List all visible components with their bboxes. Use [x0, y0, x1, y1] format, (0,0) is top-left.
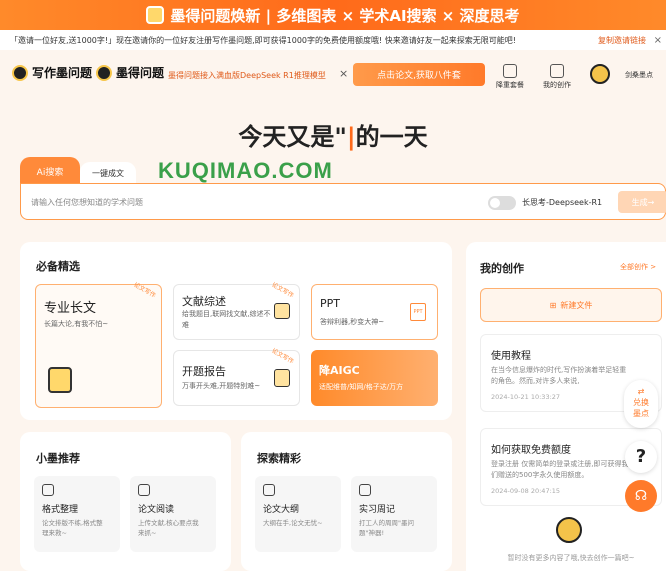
card-long-article[interactable]: 论文写作 专业长文 长篇大论,有我不怕~ — [35, 281, 162, 408]
note-icon — [359, 484, 371, 496]
report-icon — [274, 369, 290, 387]
exchange-icon: ⇄ — [637, 387, 645, 396]
plus-icon: ⊞ — [549, 300, 557, 310]
card-reduce-aigc[interactable]: 降AIGC 适配维普/知网/格子达/万方 — [311, 350, 438, 406]
recommend-panel: 小墨推荐 格式整理 论文排版不练,格式整理来救~ 论文阅读 上传文献,核心要点我… — [20, 432, 231, 571]
section-title: 必备精选 — [36, 260, 80, 273]
user-name[interactable]: 剑桑墨点 — [625, 70, 653, 80]
headset-icon[interactable]: ☊ — [625, 480, 657, 512]
copy-invite-link[interactable]: 复制邀请链接 — [598, 35, 646, 46]
announcement-link[interactable]: 墨得问题接入满血版DeepSeek R1推理模型 — [168, 70, 326, 81]
tab-ai-search[interactable]: Ai搜索 — [20, 157, 80, 185]
card-proposal[interactable]: 论文写作 开题报告 万事开头难,开题特别难~ — [173, 347, 300, 406]
cart-icon — [503, 64, 517, 78]
new-file-button[interactable]: ⊞ 新建文件 — [480, 288, 662, 322]
exchange-points-button[interactable]: ⇄ 兑换墨点 — [624, 380, 658, 428]
close-icon[interactable]: × — [654, 35, 662, 46]
card-outline[interactable]: 论文大纲 大纲在手,论文无忧~ — [255, 476, 341, 552]
hero-title: 今天又是"|的一天 — [238, 123, 428, 151]
generate-button[interactable]: 生成→ — [618, 191, 666, 213]
invite-bar: 「邀请一位好友,送1000字!」现在邀请你的一位好友注册写作墨问题,即可获得10… — [0, 30, 666, 50]
mascot-icon — [556, 517, 582, 543]
search-box[interactable]: 请输入任何您想知道的学术问题 长思考-Deepseek-R1 生成→ — [20, 183, 666, 220]
logo[interactable]: 写作墨问题 墨得问题 — [12, 64, 164, 81]
document-icon — [550, 64, 564, 78]
top-banner[interactable]: 墨得问题焕新 | 多维图表 × 学术AI搜索 × 深度思考 — [0, 0, 666, 30]
stack-icon — [274, 303, 290, 319]
all-works-link[interactable]: 全部创作 > — [620, 262, 656, 272]
format-icon — [42, 484, 54, 496]
nav-reduce-plan[interactable]: 降重套餐 — [490, 64, 530, 90]
card-weekly[interactable]: 实习周记 打工人的周周"墨问题"神器! — [351, 476, 437, 552]
empty-hint: 暂时没有更多内容了哦,快去创作一篇吧~ — [507, 554, 635, 562]
card-format[interactable]: 格式整理 论文排版不练,格式整理来救~ — [34, 476, 120, 552]
logo-icon — [12, 64, 28, 81]
card-literature-review[interactable]: 论文写作 文献综述 给我题目,联网找文献,综述不难 — [173, 281, 300, 340]
deep-think-toggle[interactable] — [488, 196, 516, 210]
invite-text: 「邀请一位好友,送1000字!」现在邀请你的一位好友注册写作墨问题,即可获得10… — [10, 35, 516, 45]
section-title: 小墨推荐 — [36, 452, 80, 465]
pencil-icon — [48, 367, 72, 393]
header: 写作墨问题 墨得问题 墨得问题接入满血版DeepSeek R1推理模型 × 点击… — [0, 50, 666, 100]
avatar[interactable] — [590, 64, 610, 84]
essentials-panel: 必备精选 论文写作 专业长文 长篇大论,有我不怕~ 论文写作 文献综述 给我题目… — [20, 242, 452, 420]
card-reading[interactable]: 论文阅读 上传文献,核心要点我来抓~ — [130, 476, 216, 552]
watermark: KUQIMAO.COM — [158, 158, 333, 183]
ppt-icon: PPT — [410, 303, 426, 321]
gift-icon — [146, 6, 165, 24]
tab-one-click[interactable]: 一键成文 — [80, 162, 136, 185]
model-label: 长思考-Deepseek-R1 — [522, 198, 603, 207]
nav-my-creations[interactable]: 我的创作 — [537, 64, 577, 90]
help-button[interactable]: ? — [625, 441, 657, 473]
section-title: 我的创作 — [480, 262, 524, 275]
thumb-icon — [263, 484, 275, 496]
card-ppt[interactable]: PPT 答辩利器,秒变大神~ PPT — [311, 284, 438, 340]
get-package-button[interactable]: 点击论文,获取八件套 — [353, 63, 485, 86]
bulb-icon — [138, 484, 150, 496]
close-icon[interactable]: × — [339, 67, 348, 80]
logo-icon-2 — [96, 64, 113, 81]
banner-text: 墨得问题焕新 | 多维图表 × 学术AI搜索 × 深度思考 — [170, 6, 520, 25]
section-title: 探索精彩 — [257, 452, 301, 465]
explore-panel: 探索精彩 论文大纲 大纲在手,论文无忧~ 实习周记 打工人的周周"墨问题"神器! — [241, 432, 452, 571]
search-input[interactable]: 请输入任何您想知道的学术问题 — [31, 197, 143, 208]
